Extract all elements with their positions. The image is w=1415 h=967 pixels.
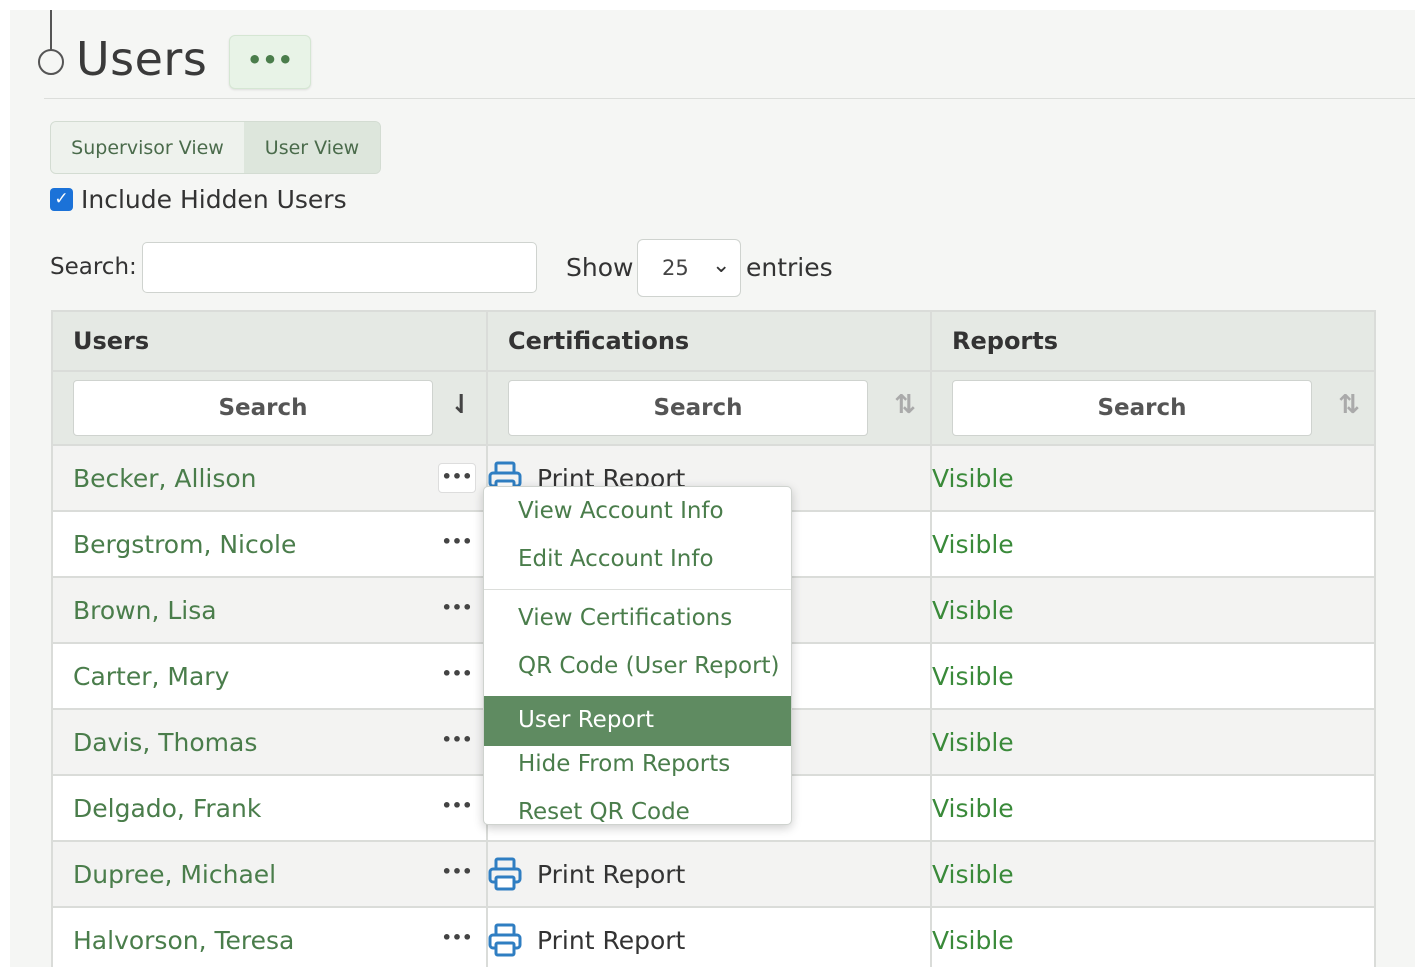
reports-column-search-input[interactable]: Search (952, 380, 1312, 436)
row-more-button[interactable]: ••• (438, 529, 476, 559)
certifications-cell: Print Report (486, 906, 932, 967)
entries-select[interactable]: 25 ⌄ (637, 239, 741, 297)
certifications-filter-cell: Search ⇅ (486, 370, 932, 446)
user-cell: Brown, Lisa ••• (51, 576, 488, 644)
users-panel: Users ••• Supervisor View User View ✓ In… (10, 10, 1415, 967)
page-more-button[interactable]: ••• (229, 35, 311, 89)
user-name-link[interactable]: Bergstrom, Nicole (53, 530, 296, 559)
user-cell: Delgado, Frank ••• (51, 774, 488, 842)
certifications-cell: Print Report (486, 840, 932, 908)
row-more-button[interactable]: ••• (438, 793, 476, 823)
menu-item-hide-from-reports[interactable]: Hide From Reports (484, 746, 791, 794)
print-report-link[interactable]: Print Report (488, 857, 930, 891)
reports-cell[interactable]: Visible (930, 708, 1376, 776)
row-more-button[interactable]: ••• (438, 463, 476, 493)
reports-cell[interactable]: Visible (930, 774, 1376, 842)
row-more-button[interactable]: ••• (438, 595, 476, 625)
user-view-button[interactable]: User View (244, 122, 380, 173)
timeline-node-icon (38, 49, 64, 75)
printer-icon (488, 923, 522, 957)
supervisor-view-button[interactable]: Supervisor View (51, 122, 244, 173)
title-divider (44, 98, 1415, 99)
user-name-link[interactable]: Delgado, Frank (53, 794, 261, 823)
print-report-link[interactable]: Print Report (488, 923, 930, 957)
search-input[interactable] (142, 242, 537, 293)
menu-item-user-report[interactable]: User Report (484, 696, 791, 746)
include-hidden-users-checkbox[interactable]: ✓ (50, 188, 73, 211)
entries-label: entries (746, 253, 833, 282)
sort-icon[interactable]: ⇅ (894, 390, 916, 420)
printer-icon (488, 857, 522, 891)
user-cell: Becker, Allison ••• (51, 444, 488, 512)
view-toggle: Supervisor View User View (50, 121, 381, 174)
user-cell: Halvorson, Teresa ••• (51, 906, 488, 967)
print-report-label: Print Report (537, 859, 686, 889)
row-more-button[interactable]: ••• (438, 727, 476, 757)
reports-cell[interactable]: Visible (930, 642, 1376, 710)
include-hidden-users: ✓ Include Hidden Users (50, 185, 347, 214)
chevron-down-icon: ⌄ (712, 253, 731, 278)
table-row: Halvorson, Teresa ••• Print Report Visib… (51, 906, 1376, 967)
user-cell: Carter, Mary ••• (51, 642, 488, 710)
reports-cell[interactable]: Visible (930, 576, 1376, 644)
row-more-button[interactable]: ••• (438, 925, 476, 955)
entries-select-value: 25 (662, 256, 689, 280)
menu-item-reset-qr-code[interactable]: Reset QR Code (484, 794, 791, 842)
column-header-reports[interactable]: Reports (930, 310, 1376, 372)
reports-cell[interactable]: Visible (930, 444, 1376, 512)
sort-ascending-icon[interactable]: ⇃ (450, 390, 472, 420)
reports-cell[interactable]: Visible (930, 906, 1376, 967)
certifications-column-search-input[interactable]: Search (508, 380, 868, 436)
user-cell: Dupree, Michael ••• (51, 840, 488, 908)
table-filter-row: Search ⇃ Search ⇅ Search ⇅ (51, 370, 1376, 446)
column-header-certifications[interactable]: Certifications (486, 310, 932, 372)
user-name-link[interactable]: Dupree, Michael (53, 860, 276, 889)
row-more-button[interactable]: ••• (438, 859, 476, 889)
print-report-label: Print Report (537, 925, 686, 955)
user-name-link[interactable]: Halvorson, Teresa (53, 926, 294, 955)
menu-item-view-certifications[interactable]: View Certifications (484, 600, 791, 648)
menu-item-view-account-info[interactable]: View Account Info (484, 493, 791, 541)
row-more-button[interactable]: ••• (438, 661, 476, 691)
reports-filter-cell: Search ⇅ (930, 370, 1376, 446)
users-filter-cell: Search ⇃ (51, 370, 488, 446)
user-name-link[interactable]: Carter, Mary (53, 662, 229, 691)
column-header-users[interactable]: Users (51, 310, 488, 372)
menu-item-qr-code-user-report[interactable]: QR Code (User Report) (484, 648, 791, 696)
timeline-line (50, 10, 52, 50)
users-column-search-input[interactable]: Search (73, 380, 433, 436)
menu-divider (484, 589, 791, 590)
user-actions-dropdown: View Account Info Edit Account Info View… (483, 486, 792, 825)
table-header-row: Users Certifications Reports (51, 310, 1376, 372)
reports-cell[interactable]: Visible (930, 510, 1376, 578)
user-name-link[interactable]: Brown, Lisa (53, 596, 217, 625)
reports-cell[interactable]: Visible (930, 840, 1376, 908)
menu-item-edit-account-info[interactable]: Edit Account Info (484, 541, 791, 589)
user-cell: Davis, Thomas ••• (51, 708, 488, 776)
table-row: Dupree, Michael ••• Print Report Visible (51, 840, 1376, 908)
user-name-link[interactable]: Davis, Thomas (53, 728, 257, 757)
user-cell: Bergstrom, Nicole ••• (51, 510, 488, 578)
search-label: Search: (50, 254, 137, 280)
sort-icon[interactable]: ⇅ (1338, 390, 1360, 420)
show-label: Show (566, 253, 634, 282)
user-name-link[interactable]: Becker, Allison (53, 464, 257, 493)
page-title: Users (76, 32, 208, 86)
include-hidden-users-label: Include Hidden Users (81, 185, 347, 214)
